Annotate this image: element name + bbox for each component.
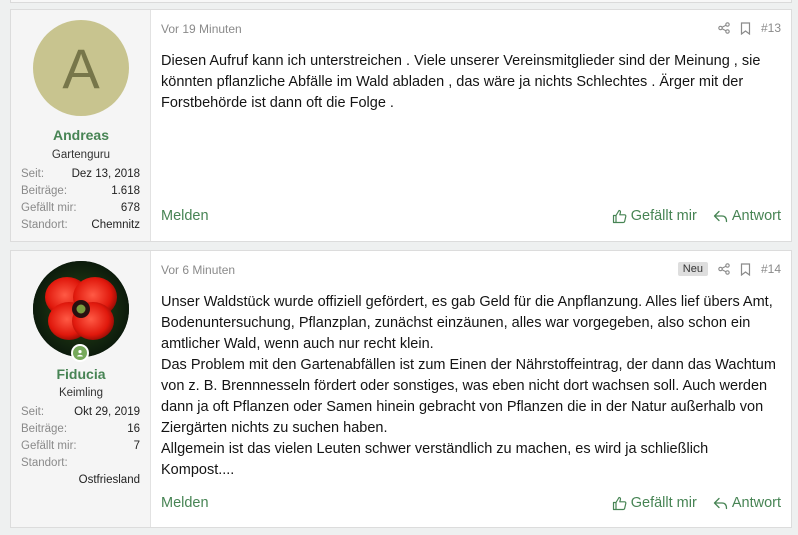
stat-location: Standort: — [21, 455, 140, 472]
like-label: Gefällt mir — [630, 495, 697, 511]
user-stats: Seit: Okt 29, 2019 Beiträge: 16 Gefällt mi… — [21, 404, 140, 489]
like-label: Gefällt mir — [630, 208, 697, 224]
post-time[interactable]: Vor 6 Minuten — [161, 263, 235, 277]
thumbs-up-icon — [612, 496, 627, 511]
username[interactable]: Fiducia — [11, 366, 151, 382]
stat-value: Chemnitz — [91, 219, 140, 231]
post-number[interactable]: #14 — [761, 262, 781, 276]
bookmark-icon[interactable] — [740, 21, 751, 35]
post-paragraph: Unser Waldstück wurde offiziell geförder… — [161, 294, 773, 352]
stat-posts: Beiträge: 1.618 — [21, 183, 140, 200]
post-13: A Andreas Gartenguru Seit: Dez 13, 2018 B… — [10, 9, 792, 242]
post-footer: Melden Gefällt mir Antwort — [161, 208, 781, 224]
stat-location: Standort: Chemnitz — [21, 217, 140, 234]
post-paragraph: Allgemein ist das vielen Leuten schwer v… — [161, 441, 709, 478]
stat-value: Ostfriesland — [78, 474, 140, 486]
stat-since: Seit: Dez 13, 2018 — [21, 166, 140, 183]
reply-icon — [713, 210, 728, 223]
stat-label: Gefällt mir: — [21, 202, 77, 214]
user-title: Keimling — [58, 387, 104, 399]
user-info: Fiducia Keimling Seit: Okt 29, 2019 Beitr… — [11, 251, 151, 527]
report-link[interactable]: Melden — [161, 495, 209, 511]
like-button[interactable]: Gefällt mir — [612, 208, 697, 224]
like-button[interactable]: Gefällt mir — [612, 495, 697, 511]
stat-label: Seit: — [21, 406, 45, 418]
user-title: Gartenguru — [51, 149, 111, 161]
post-paragraph: Das Problem mit den Gartenabfällen ist z… — [161, 357, 776, 436]
post-footer: Melden Gefällt mir Antwort — [161, 495, 781, 511]
stat-label: Seit: — [21, 168, 45, 180]
post-paragraph: Diesen Aufruf kann ich unterstreichen . … — [161, 53, 761, 111]
report-link[interactable]: Melden — [161, 208, 209, 224]
stat-likes: Gefällt mir: 678 — [21, 200, 140, 217]
reply-button[interactable]: Antwort — [713, 208, 781, 224]
avatar[interactable]: A — [33, 20, 129, 116]
user-stats: Seit: Dez 13, 2018 Beiträge: 1.618 Gefällt… — [21, 166, 140, 234]
username[interactable]: Andreas — [11, 127, 151, 143]
stat-value: 7 — [133, 440, 140, 452]
stat-value: 16 — [127, 423, 140, 435]
stat-value: Dez 13, 2018 — [71, 168, 140, 180]
stat-label: Standort: — [21, 219, 68, 231]
poppy-photo — [33, 261, 129, 357]
stat-value: Okt 29, 2019 — [74, 406, 140, 418]
stat-label: Standort: — [21, 457, 68, 469]
stat-since: Seit: Okt 29, 2019 — [21, 404, 140, 421]
post-time[interactable]: Vor 19 Minuten — [161, 22, 242, 36]
reply-label: Antwort — [731, 208, 781, 224]
post-actions: #13 — [718, 21, 781, 35]
stat-value: 678 — [120, 202, 140, 214]
new-badge: Neu — [677, 262, 708, 276]
stat-likes: Gefällt mir: 7 — [21, 438, 140, 455]
thumbs-up-icon — [612, 209, 627, 224]
reply-button[interactable]: Antwort — [713, 495, 781, 511]
bookmark-icon[interactable] — [740, 262, 751, 276]
reply-icon — [713, 497, 728, 510]
post-content: Unser Waldstück wurde offiziell geförder… — [161, 292, 779, 481]
reply-label: Antwort — [731, 495, 781, 511]
stat-label: Beiträge: — [21, 423, 68, 435]
post-actions: Neu #14 — [677, 262, 781, 276]
share-icon[interactable] — [718, 263, 730, 275]
post-main: Vor 19 Minuten #13 Diesen Aufruf kann ic… — [151, 10, 791, 241]
online-status-icon — [71, 344, 89, 362]
user-info: A Andreas Gartenguru Seit: Dez 13, 2018 B… — [11, 10, 151, 241]
stat-label: Beiträge: — [21, 185, 68, 197]
previous-post-edge — [10, 0, 792, 3]
stat-value: 1.618 — [111, 185, 140, 197]
stat-label: Gefällt mir: — [21, 440, 77, 452]
stat-posts: Beiträge: 16 — [21, 421, 140, 438]
post-content: Diesen Aufruf kann ich unterstreichen . … — [161, 51, 779, 114]
avatar-letter: A — [62, 36, 100, 100]
post-14: Fiducia Keimling Seit: Okt 29, 2019 Beitr… — [10, 250, 792, 528]
post-number[interactable]: #13 — [761, 21, 781, 35]
avatar[interactable] — [33, 261, 129, 357]
share-icon[interactable] — [718, 22, 730, 34]
post-main: Vor 6 Minuten Neu #14 Unser Waldstück wu… — [151, 251, 791, 527]
